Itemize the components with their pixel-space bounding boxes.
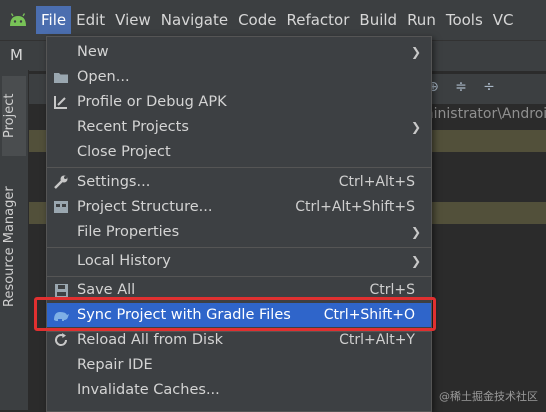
submenu-arrow-icon: ❯ — [410, 254, 421, 268]
reload-icon — [51, 331, 71, 349]
menu-vcs[interactable]: VC — [488, 6, 519, 34]
menu-file[interactable]: File — [36, 6, 72, 34]
project-structure-icon — [51, 198, 71, 216]
menu-build[interactable]: Build — [354, 6, 402, 34]
collapse-all-icon[interactable]: ÷ — [480, 78, 498, 96]
menu-code[interactable]: Code — [233, 6, 281, 34]
menu-item-invalidate-caches[interactable]: Invalidate Caches... — [47, 378, 431, 402]
project-panel-actions: ⊕ ≑ ÷ — [424, 78, 498, 96]
watermark: @稀土掘金技术社区 — [439, 390, 538, 403]
menu-bar: File Edit View Navigate Code Refactor Bu… — [0, 0, 546, 40]
tab-resource-manager[interactable]: Resource Manager — [2, 172, 26, 322]
wrench-icon — [51, 173, 71, 191]
menu-item-new[interactable]: New ❯ — [47, 40, 431, 64]
android-logo-icon — [0, 0, 36, 40]
file-menu-dropdown: New ❯ Open... Profile or Debug APK Recen… — [46, 36, 432, 412]
tab-project[interactable]: Project — [2, 76, 26, 156]
menu-refactor[interactable]: Refactor — [281, 6, 354, 34]
menu-separator — [47, 247, 431, 248]
left-tool-stripe: Project Resource Manager — [0, 70, 29, 410]
submenu-arrow-icon: ❯ — [410, 45, 421, 59]
menu-item-settings[interactable]: Settings... Ctrl+Alt+S — [47, 170, 431, 194]
project-path: ministrator\Androi — [420, 106, 546, 122]
menu-item-open[interactable]: Open... — [47, 65, 431, 89]
profile-debug-icon — [51, 93, 71, 111]
expand-all-icon[interactable]: ≑ — [452, 78, 470, 96]
menu-item-reload-all[interactable]: Reload All from Disk Ctrl+Alt+Y — [47, 328, 431, 352]
menu-separator — [47, 167, 431, 168]
menu-edit[interactable]: Edit — [71, 6, 110, 34]
menu-navigate[interactable]: Navigate — [156, 6, 233, 34]
menu-tools[interactable]: Tools — [441, 6, 488, 34]
menu-view[interactable]: View — [110, 6, 156, 34]
menu-item-close-project[interactable]: Close Project — [47, 140, 431, 164]
menu-item-repair-ide[interactable]: Repair IDE — [47, 353, 431, 377]
project-breadcrumb[interactable]: M — [10, 46, 23, 64]
menu-item-profile-debug-apk[interactable]: Profile or Debug APK — [47, 90, 431, 114]
menu-item-local-history[interactable]: Local History ❯ — [47, 249, 431, 273]
menu-separator — [47, 276, 431, 277]
menu-item-file-properties[interactable]: File Properties ❯ — [47, 220, 431, 244]
submenu-arrow-icon: ❯ — [410, 225, 421, 239]
menu-item-recent-projects[interactable]: Recent Projects ❯ — [47, 115, 431, 139]
menu-item-project-structure[interactable]: Project Structure... Ctrl+Alt+Shift+S — [47, 195, 431, 219]
folder-icon — [51, 68, 71, 86]
submenu-arrow-icon: ❯ — [410, 120, 421, 134]
highlight-annotation-frame — [34, 297, 436, 331]
menu-run[interactable]: Run — [402, 6, 441, 34]
